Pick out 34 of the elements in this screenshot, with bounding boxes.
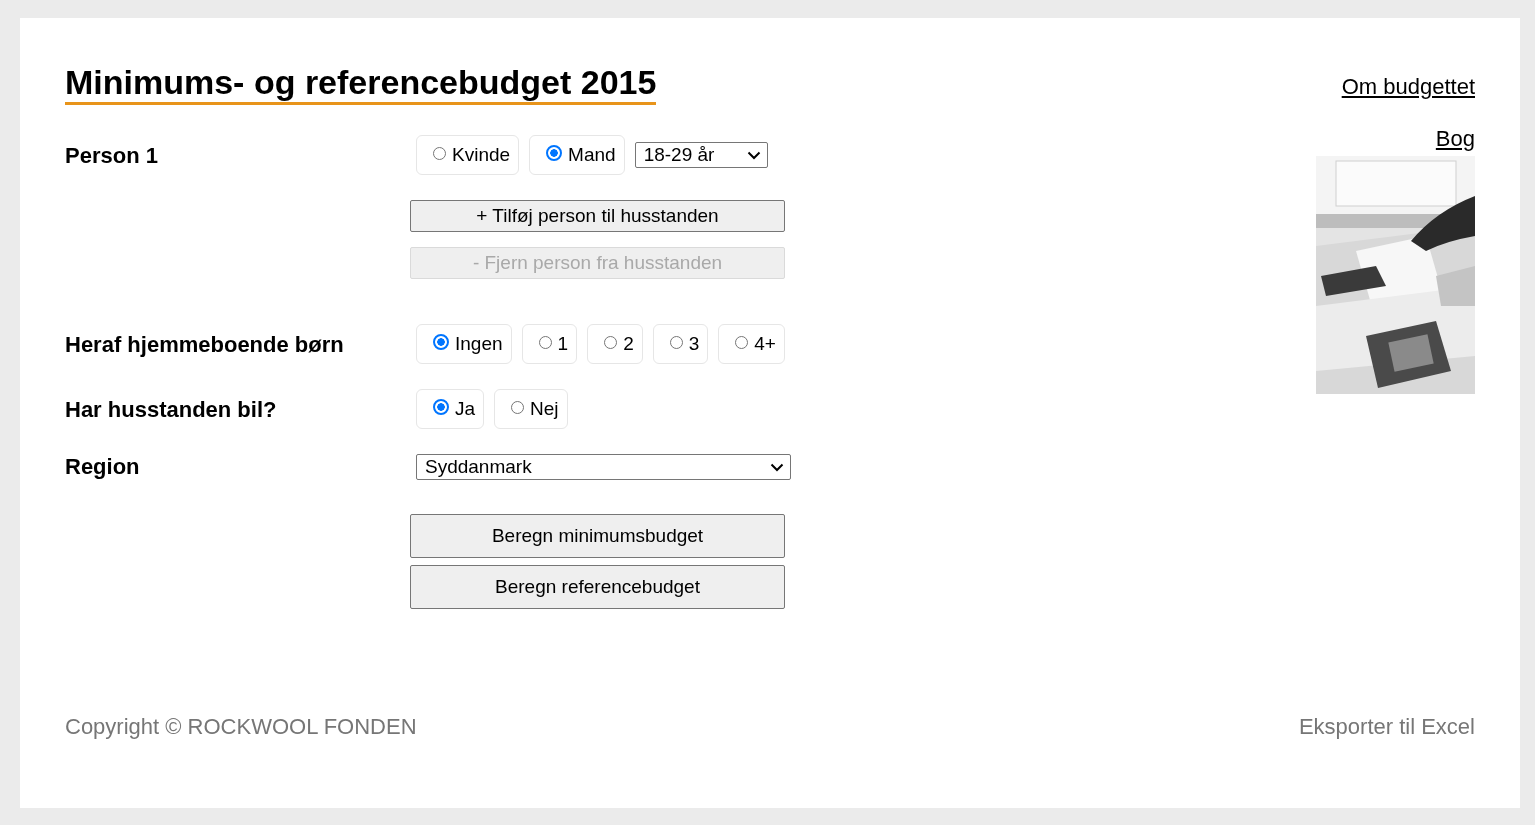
radio-button[interactable] xyxy=(604,335,618,349)
action-button[interactable]: + Tilføj person til husstanden xyxy=(410,200,785,232)
radio-option[interactable]: Mand xyxy=(529,135,625,175)
field-label: Person 1 xyxy=(65,142,159,170)
radio-button[interactable] xyxy=(669,335,683,349)
radio-option[interactable]: 4+ xyxy=(718,324,785,364)
region-dropdown[interactable]: Syddanmark xyxy=(416,454,791,480)
radio-option[interactable]: 1 xyxy=(521,324,578,364)
export-link[interactable]: Eksporter til Excel xyxy=(1298,714,1475,740)
link[interactable]: Om budgettet xyxy=(1341,74,1475,100)
radio-button[interactable] xyxy=(735,335,749,349)
radio-button[interactable] xyxy=(511,400,525,414)
field-label: Heraf hjemmeboende børn xyxy=(65,331,345,359)
radio-button[interactable] xyxy=(433,146,446,160)
radio-option[interactable]: 3 xyxy=(652,324,709,364)
action-button[interactable]: Beregn minimumsbudget xyxy=(410,514,785,558)
radio-button[interactable] xyxy=(538,335,552,349)
field-label: Region xyxy=(65,454,141,480)
radio-button[interactable] xyxy=(433,399,449,415)
age-dropdown[interactable]: 18-29 år xyxy=(634,142,768,168)
page-title: Minimums- og referencebudget 2015 xyxy=(65,62,657,105)
action-button[interactable]: Beregn referencebudget xyxy=(410,565,785,609)
radio-button[interactable] xyxy=(433,334,449,350)
radio-option[interactable]: Ja xyxy=(416,389,485,429)
radio-option[interactable]: 2 xyxy=(587,324,643,364)
chevron-down-icon xyxy=(770,462,784,472)
radio-option[interactable]: Kvinde xyxy=(416,135,520,175)
radio-option[interactable]: Ingen xyxy=(416,324,512,364)
field-label: Har husstanden bil? xyxy=(65,396,278,424)
copyright-text: Copyright © ROCKWOOL FONDEN xyxy=(65,714,417,740)
radio-button[interactable] xyxy=(546,145,563,161)
chevron-down-icon xyxy=(746,150,761,160)
link[interactable]: Bog xyxy=(1435,126,1475,152)
radio-option[interactable]: Nej xyxy=(494,389,568,429)
